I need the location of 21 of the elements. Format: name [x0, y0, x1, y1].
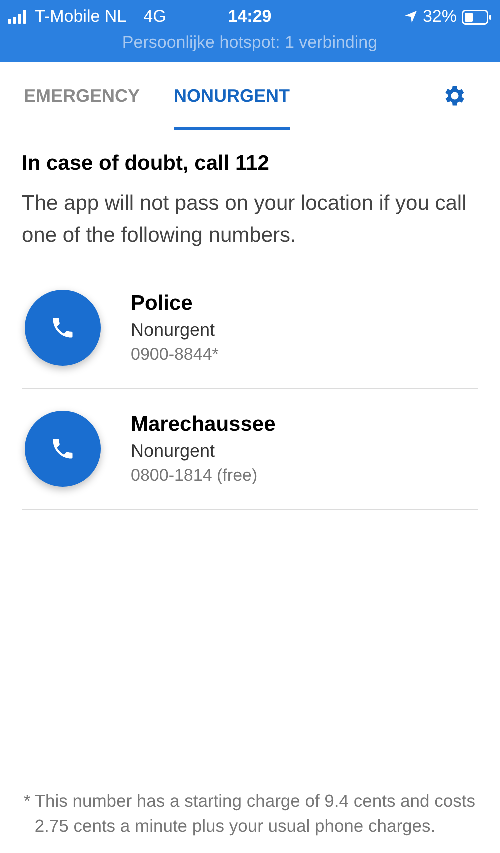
location-arrow-icon	[404, 10, 418, 24]
tab[interactable]: NONURGENT	[174, 62, 290, 130]
tab[interactable]: EMERGENCY	[24, 62, 140, 130]
phone-number: 0900-8844*	[131, 344, 219, 364]
heading: In case of doubt, call 112	[22, 152, 270, 176]
contact-name: Marechaussee	[131, 412, 276, 436]
intro-text: The app will not pass on your location if you call one of the following numbers.	[22, 191, 468, 249]
call-button[interactable]	[25, 411, 101, 487]
battery-icon	[462, 10, 492, 24]
phone-number: 0800-1814 (free)	[131, 466, 259, 486]
hotspot-notice: Persoonlijke hotspot: 1 verbinding	[122, 33, 378, 53]
contact-name: Police	[131, 292, 194, 316]
carrier-name: T-Mobile NL	[35, 7, 127, 27]
call-button[interactable]	[25, 290, 101, 366]
contact-type: Nonurgent	[131, 320, 216, 340]
clock-time: 14:29	[228, 7, 272, 27]
footnote-text: This number has a starting charge of 9.4 cents and costs 2.75 cents a minute plus your usual phone charges.	[34, 790, 476, 838]
battery-percent: 32%	[422, 7, 457, 27]
contact-type: Nonurgent	[131, 440, 216, 462]
network-type: 4G	[144, 7, 166, 27]
footnote-marker: *	[24, 790, 31, 813]
